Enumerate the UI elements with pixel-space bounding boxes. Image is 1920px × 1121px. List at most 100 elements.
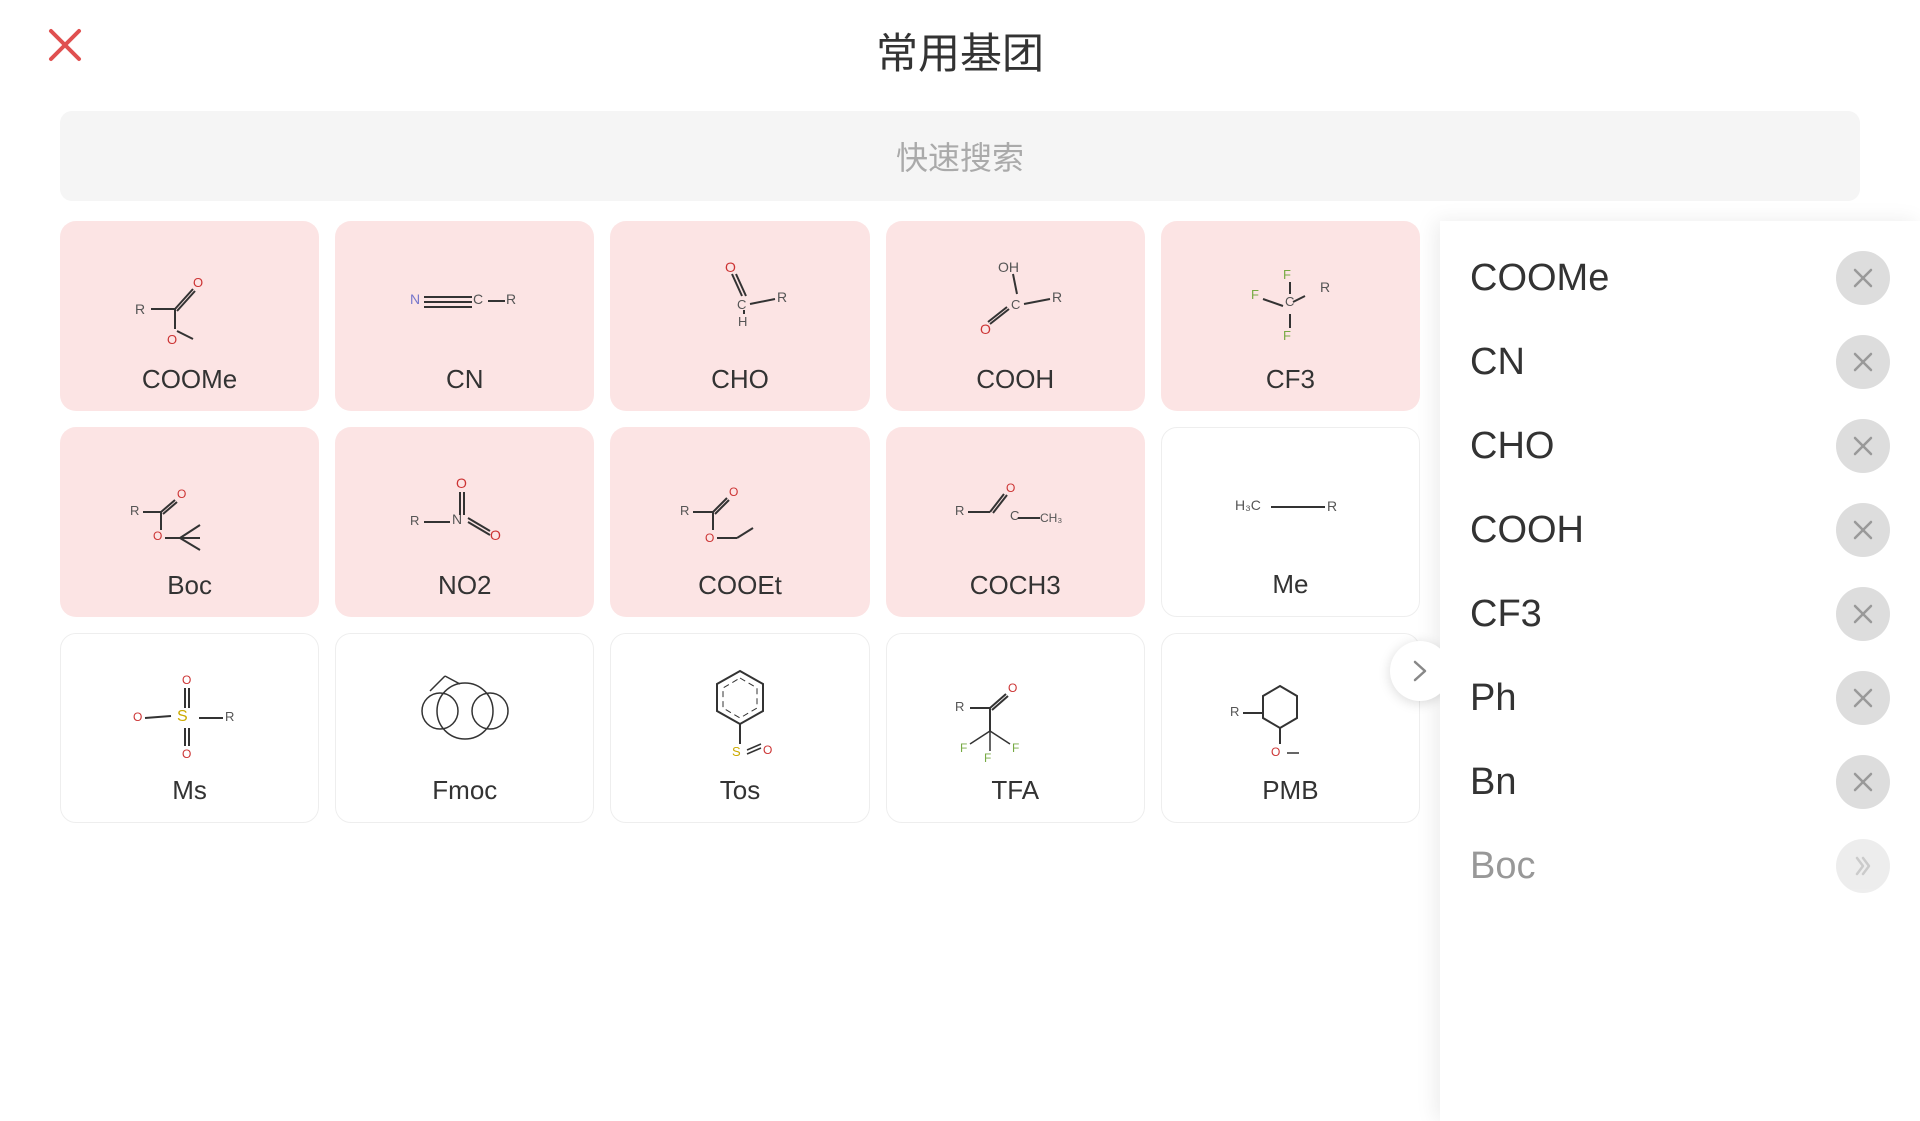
svg-text:F: F bbox=[1012, 741, 1019, 755]
grid-item-no2[interactable]: R N O O NO2 bbox=[335, 427, 594, 617]
cn-label: CN bbox=[446, 364, 484, 395]
svg-text:N: N bbox=[410, 291, 420, 307]
cooh-structure: OH C O R bbox=[896, 241, 1135, 356]
svg-text:O: O bbox=[490, 527, 501, 543]
tfa-structure: R O F F F bbox=[897, 654, 1134, 767]
panel-boc-label: Boc bbox=[1470, 845, 1535, 888]
svg-text:R: R bbox=[680, 503, 689, 518]
svg-text:R: R bbox=[135, 301, 145, 317]
cho-label: CHO bbox=[711, 364, 769, 395]
fmoc-label: Fmoc bbox=[432, 775, 497, 806]
pmb-structure: R O bbox=[1172, 654, 1409, 767]
svg-text:F: F bbox=[1283, 328, 1291, 343]
svg-text:O: O bbox=[456, 475, 467, 491]
panel-item-boc: Boc bbox=[1470, 829, 1890, 903]
me-label: Me bbox=[1272, 569, 1308, 600]
panel-item-bn: Bn bbox=[1470, 745, 1890, 819]
no2-label: NO2 bbox=[438, 570, 491, 601]
panel-item-coome: COOMe bbox=[1470, 241, 1890, 315]
svg-text:S: S bbox=[177, 708, 188, 725]
svg-text:C: C bbox=[1285, 294, 1294, 309]
svg-text:R: R bbox=[955, 503, 964, 518]
svg-text:O: O bbox=[167, 332, 177, 347]
svg-text:H₃C: H₃C bbox=[1235, 497, 1261, 513]
coch3-label: COCH3 bbox=[970, 570, 1061, 601]
panel-cooh-label: COOH bbox=[1470, 509, 1584, 552]
svg-text:R: R bbox=[955, 699, 964, 714]
me-structure: H₃C R bbox=[1172, 448, 1409, 561]
coch3-structure: R O C CH₃ bbox=[896, 447, 1135, 562]
svg-text:R: R bbox=[410, 513, 419, 528]
svg-text:O: O bbox=[153, 529, 162, 543]
svg-text:F: F bbox=[1251, 287, 1259, 302]
grid-item-cn[interactable]: N C R CN bbox=[335, 221, 594, 411]
svg-text:O: O bbox=[763, 743, 772, 757]
panel-bn-label: Bn bbox=[1470, 761, 1516, 804]
grid-item-me[interactable]: H₃C R Me bbox=[1161, 427, 1420, 617]
svg-text:S: S bbox=[732, 744, 741, 759]
svg-text:O: O bbox=[729, 485, 738, 499]
panel-cf3-label: CF3 bbox=[1470, 593, 1542, 636]
grid-item-tfa[interactable]: R O F F F bbox=[886, 633, 1145, 823]
remove-ph-button[interactable] bbox=[1836, 671, 1890, 725]
svg-text:O: O bbox=[133, 710, 142, 724]
svg-text:R: R bbox=[1230, 704, 1239, 719]
grid-item-boc[interactable]: R O O bbox=[60, 427, 319, 617]
grid-item-cho[interactable]: O C H R CHO bbox=[610, 221, 869, 411]
tos-label: Tos bbox=[720, 775, 760, 806]
svg-text:C: C bbox=[1010, 508, 1019, 523]
svg-text:O: O bbox=[980, 321, 991, 337]
remove-boc-button[interactable] bbox=[1836, 839, 1890, 893]
panel-item-cf3: CF3 bbox=[1470, 577, 1890, 651]
svg-text:O: O bbox=[1006, 481, 1015, 495]
functional-group-grid: R O O COOMe bbox=[60, 221, 1420, 823]
svg-text:R: R bbox=[130, 503, 139, 518]
cho-structure: O C H R bbox=[620, 241, 859, 356]
boc-label: Boc bbox=[167, 570, 212, 601]
coome-label: COOMe bbox=[142, 364, 237, 395]
svg-text:OH: OH bbox=[998, 259, 1019, 275]
panel-item-cn: CN bbox=[1470, 325, 1890, 399]
svg-text:R: R bbox=[1320, 279, 1330, 295]
svg-text:F: F bbox=[984, 751, 991, 765]
fmoc-structure bbox=[346, 654, 583, 767]
remove-bn-button[interactable] bbox=[1836, 755, 1890, 809]
no2-structure: R N O O bbox=[345, 447, 584, 562]
search-placeholder: 快速搜索 bbox=[896, 133, 1024, 179]
grid-item-coch3[interactable]: R O C CH₃ COCH3 bbox=[886, 427, 1145, 617]
svg-text:C: C bbox=[473, 291, 483, 307]
grid-area: R O O COOMe bbox=[0, 221, 1440, 1121]
panel-coome-label: COOMe bbox=[1470, 257, 1609, 300]
remove-coome-button[interactable] bbox=[1836, 251, 1890, 305]
svg-text:O: O bbox=[705, 531, 714, 545]
grid-item-cf3[interactable]: R C F F F CF3 bbox=[1161, 221, 1420, 411]
grid-item-cooh[interactable]: OH C O R COOH bbox=[886, 221, 1145, 411]
panel-ph-label: Ph bbox=[1470, 677, 1516, 720]
svg-text:O: O bbox=[177, 487, 186, 501]
main-content: R O O COOMe bbox=[0, 221, 1920, 1121]
grid-item-pmb[interactable]: R O PMB bbox=[1161, 633, 1420, 823]
cooet-label: COOEt bbox=[698, 570, 782, 601]
remove-cn-button[interactable] bbox=[1836, 335, 1890, 389]
tfa-label: TFA bbox=[991, 775, 1039, 806]
svg-text:R: R bbox=[777, 289, 787, 305]
header: 常用基团 bbox=[0, 0, 1920, 101]
grid-item-coome[interactable]: R O O COOMe bbox=[60, 221, 319, 411]
close-button[interactable] bbox=[40, 20, 90, 70]
remove-cf3-button[interactable] bbox=[1836, 587, 1890, 641]
search-bar[interactable]: 快速搜索 bbox=[60, 111, 1860, 201]
svg-text:O: O bbox=[725, 259, 736, 275]
grid-item-tos[interactable]: S O Tos bbox=[610, 633, 869, 823]
svg-text:C: C bbox=[737, 297, 746, 312]
remove-cho-button[interactable] bbox=[1836, 419, 1890, 473]
coome-structure: R O O bbox=[70, 241, 309, 356]
svg-text:O: O bbox=[1271, 745, 1280, 759]
grid-item-fmoc[interactable]: Fmoc bbox=[335, 633, 594, 823]
cf3-label: CF3 bbox=[1266, 364, 1315, 395]
panel-cn-label: CN bbox=[1470, 341, 1525, 384]
grid-item-ms[interactable]: O S O O R bbox=[60, 633, 319, 823]
remove-cooh-button[interactable] bbox=[1836, 503, 1890, 557]
pmb-label: PMB bbox=[1262, 775, 1318, 806]
grid-item-cooet[interactable]: R O O COOEt bbox=[610, 427, 869, 617]
panel-item-cooh: COOH bbox=[1470, 493, 1890, 567]
